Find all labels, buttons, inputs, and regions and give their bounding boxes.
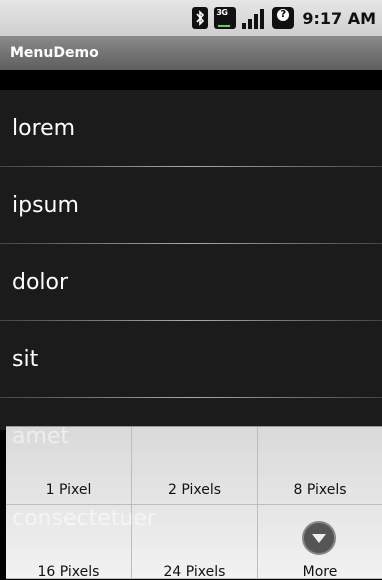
- menu-item-8-pixels[interactable]: 8 Pixels: [258, 427, 382, 505]
- list-item[interactable]: lorem: [0, 90, 382, 167]
- list-item-label: dolor: [12, 270, 69, 295]
- network-label: 3G: [216, 8, 228, 17]
- list-item-label-behind-menu: consectetuer: [12, 506, 156, 531]
- list-item-label: sit: [12, 347, 39, 372]
- list-item-label: ipsum: [12, 193, 79, 218]
- signal-icon: [242, 7, 266, 29]
- menu-item-more[interactable]: More: [258, 505, 382, 580]
- list-item[interactable]: ipsum: [0, 167, 382, 244]
- status-bar: 3G ? 9:17 AM: [0, 0, 382, 36]
- bluetooth-icon: [192, 7, 209, 29]
- list-view[interactable]: lorem ipsum dolor sit: [0, 90, 382, 410]
- list-item[interactable]: sit: [0, 321, 382, 398]
- menu-item-label: 8 Pixels: [293, 482, 347, 498]
- list-item[interactable]: dolor: [0, 244, 382, 321]
- menu-item-label: 1 Pixel: [45, 482, 92, 498]
- more-icon: [302, 521, 336, 555]
- menu-item-label: 2 Pixels: [167, 482, 222, 498]
- network-activity-icon: [218, 18, 231, 27]
- network-3g-icon: 3G: [214, 7, 237, 29]
- list-item-label-behind-menu: amet: [12, 424, 70, 449]
- app-title-bar: MenuDemo: [0, 36, 382, 70]
- alert-icon: ?: [272, 7, 295, 29]
- bluetooth-glyph: [196, 10, 205, 26]
- app-title: MenuDemo: [10, 45, 99, 61]
- status-time: 9:17 AM: [302, 8, 376, 28]
- list-item-label: lorem: [12, 116, 76, 141]
- menu-item-2-pixels[interactable]: 2 Pixels: [132, 427, 258, 505]
